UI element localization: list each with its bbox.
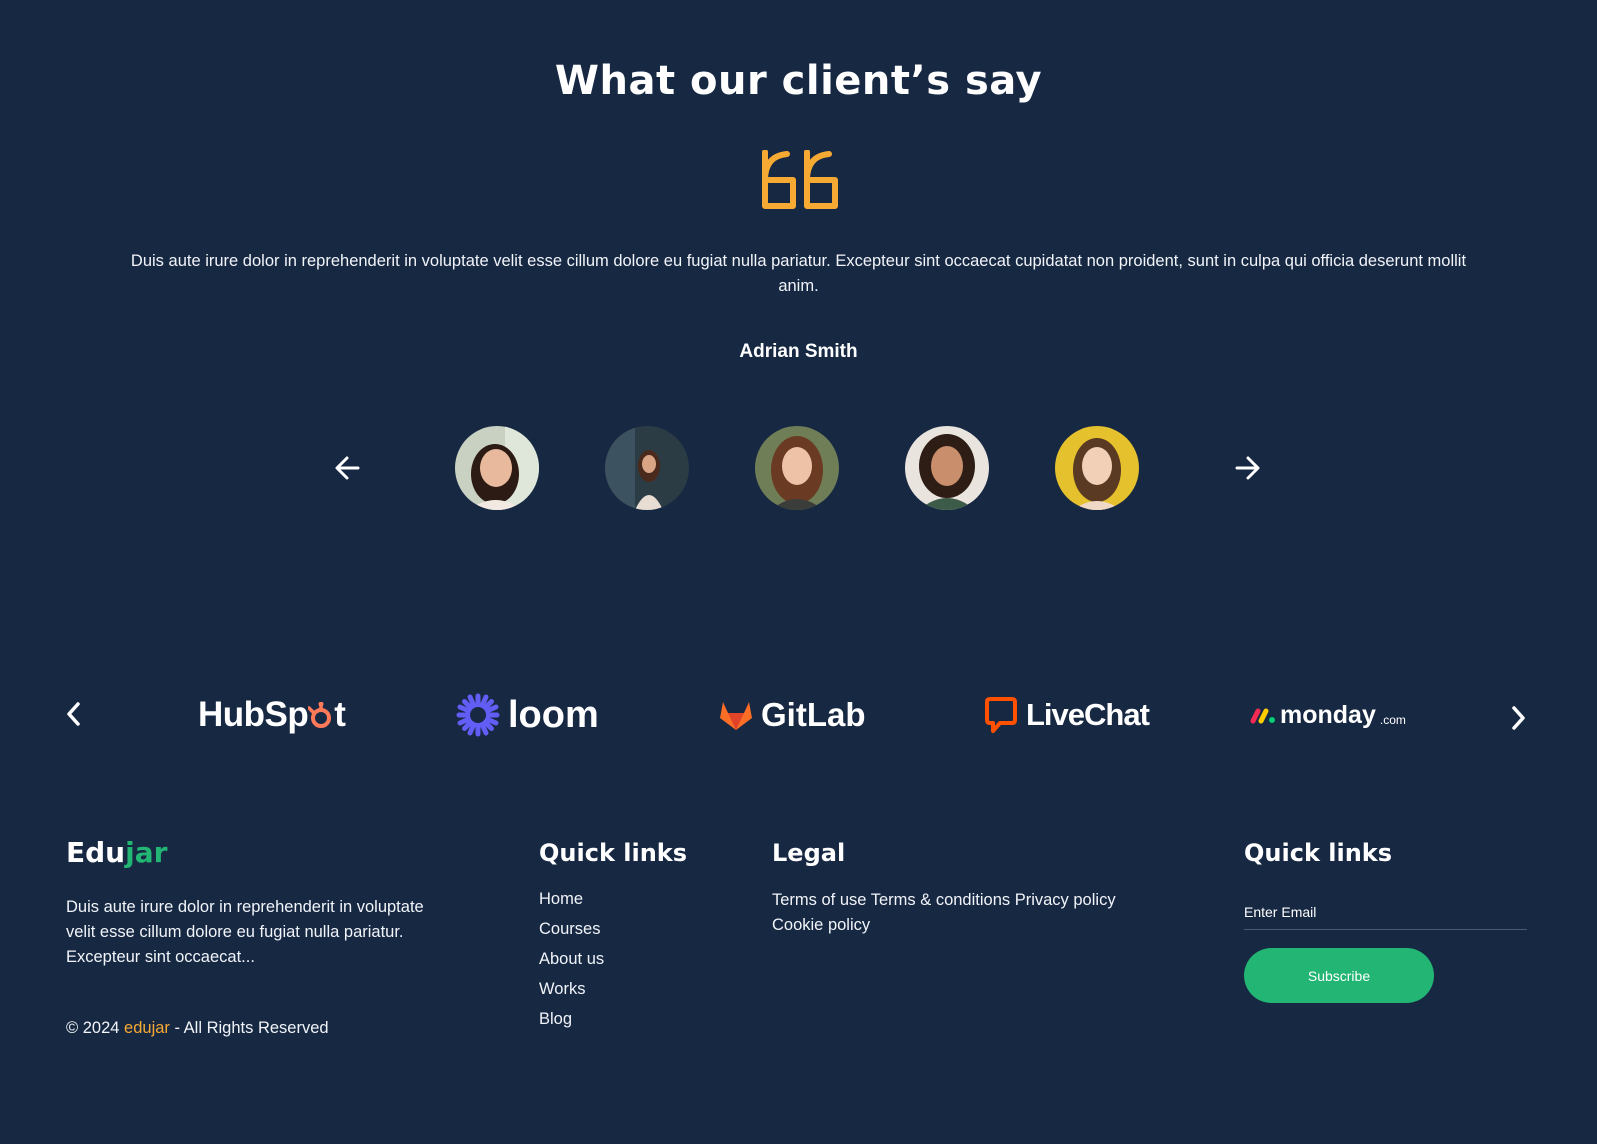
avatar[interactable] xyxy=(605,426,689,510)
section-title: What our client’s say xyxy=(554,58,1043,104)
footer-link-home[interactable]: Home xyxy=(539,884,604,914)
logos-prev-button[interactable] xyxy=(64,700,84,733)
avatar[interactable] xyxy=(1055,426,1139,510)
footer-link-courses[interactable]: Courses xyxy=(539,914,604,944)
newsletter-heading: Quick links xyxy=(1244,839,1393,867)
chevron-right-icon xyxy=(1512,706,1525,730)
gitlab-logo-text: GitLab xyxy=(761,696,866,733)
logos-next-button[interactable] xyxy=(1508,704,1528,737)
arrow-right-icon xyxy=(1235,456,1260,480)
legal-links[interactable]: Terms of use Terms & conditions Privacy … xyxy=(772,888,1132,938)
chevron-left-icon xyxy=(67,702,80,726)
footer-brand-logo[interactable]: Edujar xyxy=(66,836,167,869)
hubspot-logo: HubSp t xyxy=(198,690,346,740)
testimonial-quote: Duis aute irure dolor in reprehenderit i… xyxy=(130,252,1467,295)
monday-logo-text: monday xyxy=(1280,700,1376,729)
avatar[interactable] xyxy=(905,426,989,510)
monday-logo: monday .com xyxy=(1250,690,1406,740)
quick-links-list: Home Courses About us Works Blog xyxy=(539,884,604,1034)
footer-about-text: Duis aute irure dolor in reprehenderit i… xyxy=(66,898,424,966)
avatar[interactable] xyxy=(755,426,839,510)
email-field[interactable] xyxy=(1244,895,1527,930)
copyright-brand-link[interactable]: edujar xyxy=(124,1019,170,1037)
brand-part-1: Edu xyxy=(66,836,126,869)
avatar[interactable] xyxy=(455,426,539,510)
copyright: © 2024 edujar - All Rights Reserved xyxy=(66,1019,329,1038)
brand-part-2: jar xyxy=(125,836,168,869)
footer-link-blog[interactable]: Blog xyxy=(539,1004,604,1034)
livechat-logo: LiveChat xyxy=(984,690,1150,740)
arrow-left-icon xyxy=(335,456,360,480)
gitlab-logo: GitLab xyxy=(719,690,866,740)
testimonial-next-button[interactable] xyxy=(1233,454,1261,487)
loom-logo: loom xyxy=(456,690,599,740)
livechat-bubble-icon xyxy=(985,697,1017,733)
testimonial-author: Adrian Smith xyxy=(739,341,858,362)
monday-dots-icon xyxy=(1250,708,1275,724)
hubspot-logo-text: HubSp xyxy=(198,695,309,734)
monday-logo-suffix: .com xyxy=(1379,713,1406,727)
legal-heading: Legal xyxy=(772,839,846,867)
subscribe-button[interactable]: Subscribe xyxy=(1244,948,1434,1003)
livechat-logo-text: LiveChat xyxy=(1026,697,1150,732)
copyright-suffix: - All Rights Reserved xyxy=(169,1019,329,1037)
loom-star-icon xyxy=(456,693,500,737)
footer-link-about-us[interactable]: About us xyxy=(539,944,604,974)
footer-link-works[interactable]: Works xyxy=(539,974,604,1004)
loom-logo-text: loom xyxy=(508,693,599,736)
quick-links-heading: Quick links xyxy=(539,839,688,867)
copyright-prefix: © 2024 xyxy=(66,1019,120,1037)
hubspot-logo-suffix: t xyxy=(334,695,346,734)
quote-icon xyxy=(757,149,843,212)
testimonial-prev-button[interactable] xyxy=(334,454,362,487)
gitlab-fox-icon xyxy=(720,702,752,730)
hubspot-sprocket-icon xyxy=(307,701,332,728)
